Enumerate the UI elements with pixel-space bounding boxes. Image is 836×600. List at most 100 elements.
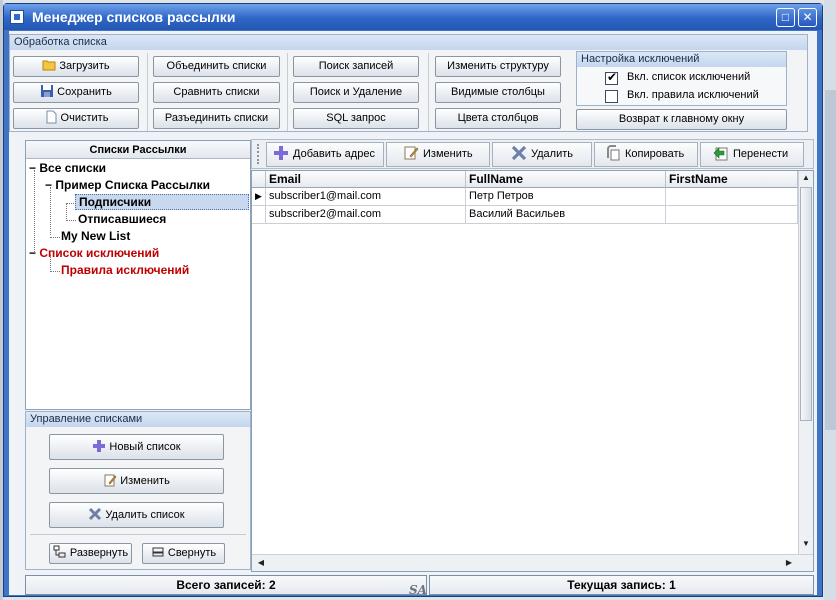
save-button-label: Сохранить	[57, 86, 112, 98]
scroll-right-arrow-icon[interactable]: ▶	[782, 558, 796, 567]
delete-record-label: Удалить	[531, 148, 573, 160]
enable-exclusion-list-checkbox[interactable]	[605, 70, 618, 85]
copy-record-button[interactable]: Копировать	[594, 142, 698, 167]
delete-x-icon	[511, 145, 527, 161]
mailing-lists-title: Списки Рассылки	[26, 141, 250, 159]
collapse-tree-icon	[151, 545, 165, 559]
change-structure-button[interactable]: Изменить структуру	[435, 56, 561, 77]
tree-item-all-lists[interactable]: − Все списки	[29, 161, 106, 175]
scroll-left-arrow-icon[interactable]: ◀	[254, 558, 268, 567]
cell-fullname[interactable]: Василий Васильев	[466, 206, 666, 224]
collapse-label: Свернуть	[167, 547, 217, 559]
list-processing-group: Обработка списка Загрузить Сохранить Очи…	[9, 34, 808, 132]
save-button[interactable]: Сохранить	[13, 82, 139, 103]
search-and-delete-button[interactable]: Поиск и Удаление	[293, 82, 419, 103]
tree-item-my-new-list[interactable]: My New List	[61, 229, 130, 243]
expand-tree-icon	[53, 545, 67, 559]
mailing-lists-panel: Списки Рассылки − Все списки − Пример Сп…	[25, 140, 251, 410]
folder-icon	[42, 58, 56, 72]
background-app-panel	[825, 90, 836, 430]
title-bar[interactable]: Менеджер списков рассылки □ ✕	[4, 4, 822, 30]
search-records-button[interactable]: Поиск записей	[293, 56, 419, 77]
column-colors-button[interactable]: Цвета столбцов	[435, 108, 561, 129]
collapse-toggle-icon[interactable]: −	[45, 178, 52, 192]
tree-item-exclusion-list[interactable]: − Список исключений	[29, 246, 159, 260]
tree-item-unsubscribed[interactable]: Отписавшиеся	[78, 212, 166, 226]
enable-exclusion-rules-label: Вкл. правила исключений	[627, 89, 759, 101]
column-header-firstname[interactable]: FirstName	[666, 171, 798, 188]
sql-query-button[interactable]: SQL запрос	[293, 108, 419, 129]
exclusions-label: Настройка исключений	[577, 52, 786, 67]
cell-email[interactable]: subscriber1@mail.com	[266, 188, 466, 206]
delete-list-label: Удалить список	[105, 509, 185, 521]
expand-button[interactable]: Развернуть	[49, 543, 132, 564]
close-button[interactable]: ✕	[798, 8, 817, 27]
window-title: Менеджер списков рассылки	[32, 9, 236, 25]
cell-fullname[interactable]: Петр Петров	[466, 188, 666, 206]
vertical-scrollbar[interactable]: ▲ ▼	[798, 171, 813, 554]
exclusions-group: Настройка исключений Вкл. список исключе…	[576, 51, 787, 106]
cell-firstname[interactable]	[666, 188, 798, 206]
new-list-button[interactable]: Новый список	[49, 434, 224, 460]
cell-firstname[interactable]	[666, 206, 798, 224]
edit-record-button[interactable]: Изменить	[386, 142, 490, 167]
column-header-fullname[interactable]: FullName	[466, 171, 666, 188]
add-address-label: Добавить адрес	[293, 148, 375, 160]
tree-line	[50, 237, 60, 238]
compare-lists-button[interactable]: Сравнить списки	[153, 82, 280, 103]
tree-item-subscribers[interactable]: Подписчики	[75, 194, 249, 210]
tree-item-label: Все списки	[39, 161, 107, 175]
tree-line	[50, 271, 60, 272]
horizontal-scrollbar[interactable]: ◀ ▶	[252, 554, 813, 571]
tree-line	[50, 187, 51, 235]
toolbar-grip[interactable]	[257, 144, 260, 164]
column-header-email[interactable]: Email	[266, 171, 466, 188]
floppy-disk-icon	[40, 84, 54, 98]
scroll-down-arrow-icon[interactable]: ▼	[799, 539, 813, 548]
delete-list-button[interactable]: Удалить список	[49, 502, 224, 528]
edit-pencil-icon	[103, 472, 117, 487]
split-lists-button[interactable]: Разъединить списки	[153, 108, 280, 129]
delete-record-button[interactable]: Удалить	[492, 142, 592, 167]
load-button-label: Загрузить	[59, 60, 110, 72]
expand-label: Развернуть	[69, 547, 129, 559]
plus-icon	[92, 438, 106, 452]
cell-email[interactable]: subscriber2@mail.com	[266, 206, 466, 224]
status-total-records: Всего записей: 2	[25, 575, 427, 595]
mailing-list-manager-window: Менеджер списков рассылки □ ✕ Обработка …	[3, 3, 823, 597]
move-arrow-icon	[713, 145, 729, 161]
tree-item-label: Пример Списка Рассылки	[55, 178, 211, 192]
row-indicator	[252, 206, 266, 224]
blank-document-icon	[44, 110, 58, 124]
copy-record-label: Копировать	[625, 148, 685, 160]
clear-button[interactable]: Очистить	[13, 108, 139, 129]
plus-icon	[273, 145, 289, 161]
collapse-toggle-icon[interactable]: −	[29, 246, 36, 260]
scroll-up-arrow-icon[interactable]: ▲	[799, 173, 813, 182]
row-indicator-header	[252, 171, 266, 188]
tree-line	[66, 220, 76, 221]
collapse-button[interactable]: Свернуть	[142, 543, 225, 564]
back-to-main-window-button[interactable]: Возврат к главному окну	[576, 109, 787, 130]
new-list-label: Новый список	[109, 441, 181, 453]
merge-lists-button[interactable]: Объединить списки	[153, 56, 280, 77]
separator	[287, 53, 288, 131]
move-record-button[interactable]: Перенести	[700, 142, 804, 167]
tree-item-sample-list[interactable]: − Пример Списка Рассылки	[45, 178, 210, 192]
copy-icon	[605, 145, 621, 161]
status-current-record: Текущая запись: 1	[429, 575, 814, 595]
edit-pencil-icon	[403, 145, 419, 161]
visible-columns-button[interactable]: Видимые столбцы	[435, 82, 561, 103]
separator	[147, 53, 148, 131]
add-address-button[interactable]: Добавить адрес	[266, 142, 384, 167]
enable-exclusion-rules-checkbox[interactable]	[605, 90, 618, 103]
load-button[interactable]: Загрузить	[13, 56, 139, 77]
edit-list-button[interactable]: Изменить	[49, 468, 224, 494]
watermark-logo: SA	[409, 583, 427, 597]
records-grid: Email FullName FirstName ▶ subscriber1@m…	[251, 170, 814, 572]
vertical-scroll-thumb[interactable]	[800, 187, 812, 421]
tree-item-exclusion-rules[interactable]: Правила исключений	[61, 263, 189, 277]
collapse-toggle-icon[interactable]: −	[29, 161, 36, 175]
maximize-button[interactable]: □	[776, 8, 795, 27]
app-icon	[10, 10, 24, 24]
